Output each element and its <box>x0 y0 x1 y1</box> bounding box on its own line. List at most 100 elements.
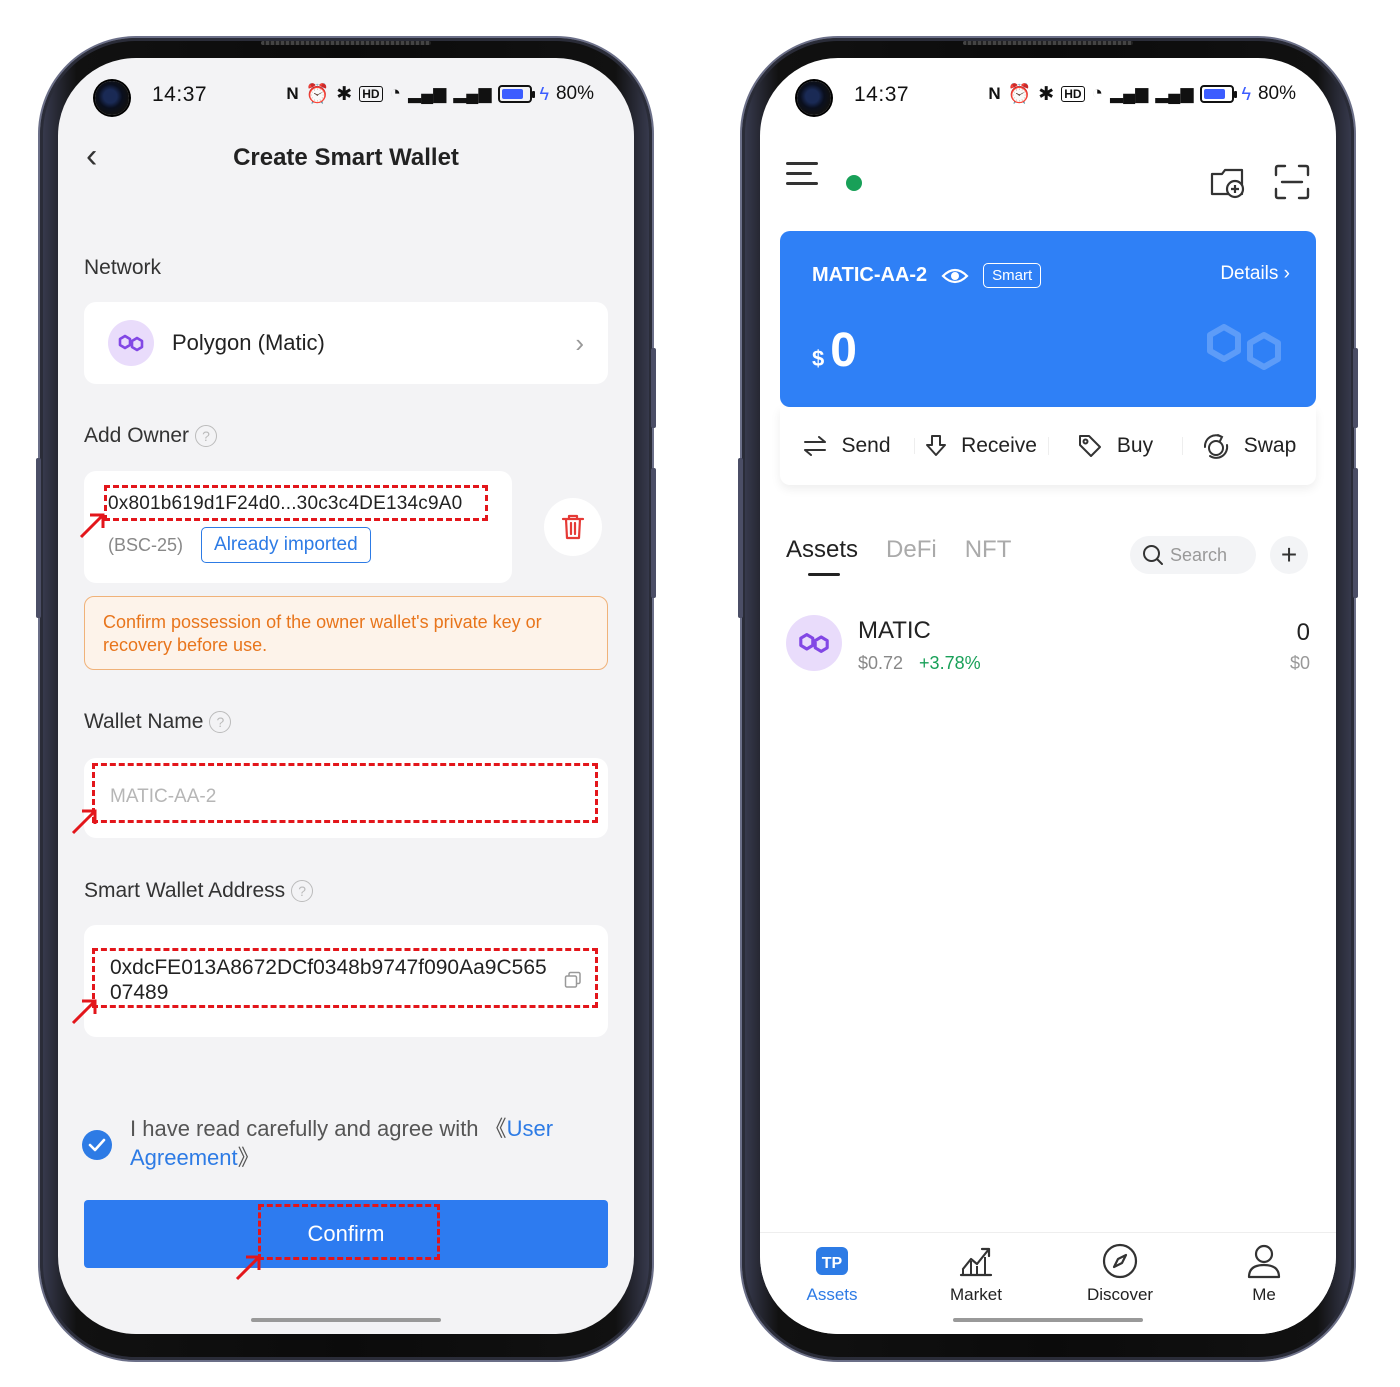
hd-icon: HD <box>359 86 383 102</box>
charging-icon: ϟ <box>1241 83 1251 104</box>
help-icon[interactable]: ? <box>209 711 232 733</box>
add-owner-label: Add Owner ? <box>84 424 218 448</box>
owner-meta: (BSC-25) Already imported <box>108 527 371 563</box>
battery-icon <box>1200 85 1238 103</box>
scan-icon[interactable] <box>1272 162 1312 202</box>
nfc-icon: Ν <box>988 84 1001 103</box>
home-indicator[interactable] <box>251 1318 441 1322</box>
bluetooth-icon: ✱ <box>1038 83 1055 105</box>
agree-checkbox[interactable] <box>82 1130 112 1160</box>
owner-wallet-tag: (BSC-25) <box>108 534 184 555</box>
swap-icon <box>1203 434 1228 459</box>
currency-symbol: $ <box>812 346 825 371</box>
tag-icon <box>1078 435 1101 457</box>
alarm-icon: ⏰ <box>305 84 330 105</box>
send-icon <box>804 436 827 456</box>
receive-button[interactable]: Receive <box>914 434 1048 458</box>
help-icon[interactable]: ? <box>195 425 218 447</box>
warning-notice: Confirm possession of the owner wallet's… <box>84 596 608 670</box>
delete-owner-button[interactable] <box>544 498 602 556</box>
asset-change: +3.78% <box>919 653 981 673</box>
agreement-prefix: I have read carefully and agree with 《 <box>130 1116 507 1141</box>
signal-icon-1: ▂▄▆ <box>408 84 447 103</box>
add-wallet-icon[interactable] <box>1208 162 1248 202</box>
send-button[interactable]: Send <box>780 434 914 458</box>
buy-button[interactable]: Buy <box>1048 433 1182 459</box>
front-camera <box>797 81 831 115</box>
home-indicator[interactable] <box>953 1318 1143 1322</box>
annotation-arrow-name <box>71 809 97 835</box>
compass-icon <box>1102 1243 1138 1279</box>
nav-market-label: Market <box>950 1285 1002 1304</box>
asset-price: $0.72 <box>858 653 904 673</box>
asset-balance: 0 <box>1296 619 1310 646</box>
agreement-row: I have read carefully and agree with 《Us… <box>82 1114 594 1172</box>
owner-address: 0x801b619d1F24d0...30c3c4DE134c9A0 <box>108 493 463 514</box>
status-icons: Ν ⏰ ✱ HD ◔ ▂▄▆ ▂▄▆ ϟ 80% <box>988 82 1296 106</box>
network-label-text: Network <box>84 256 162 279</box>
confirm-button[interactable]: Confirm <box>84 1200 608 1268</box>
receive-label: Receive <box>961 434 1037 457</box>
buy-label: Buy <box>1116 434 1154 457</box>
menu-icon[interactable] <box>786 162 818 192</box>
smart-address-card: 0xdcFE013A8672DCf0348b9747f090Aa9C565074… <box>84 925 608 1037</box>
power-button <box>651 348 656 428</box>
asset-search[interactable]: Search <box>1130 536 1256 574</box>
signal-icon-2: ▂▄▆ <box>1155 84 1194 103</box>
agreement-suffix: 》 <box>237 1145 260 1170</box>
tab-assets[interactable]: Assets <box>786 536 858 576</box>
plus-icon: + <box>1280 539 1298 570</box>
svg-text:TP: TP <box>822 1255 843 1272</box>
smart-wallet-address: 0xdcFE013A8672DCf0348b9747f090Aa9C565074… <box>110 956 547 1004</box>
owner-card: 0x801b619d1F24d0...30c3c4DE134c9A0 (BSC-… <box>84 471 512 583</box>
volume-button <box>651 468 656 598</box>
send-label: Send <box>841 434 891 457</box>
swap-label: Swap <box>1243 434 1297 457</box>
wallet-actions: Send Receive Buy Swap <box>780 407 1316 485</box>
side-key <box>738 458 743 618</box>
nav-discover-label: Discover <box>1086 1285 1154 1304</box>
phone-frame-wallet-home: 14:37 Ν ⏰ ✱ HD ◔ ▂▄▆ ▂▄▆ ϟ 80% MATIC-AA- <box>738 38 1358 1360</box>
eye-icon[interactable] <box>941 266 969 286</box>
asset-symbol: MATIC <box>858 617 931 644</box>
copy-icon[interactable] <box>564 971 582 989</box>
wallet-balance-card[interactable]: MATIC-AA-2 Smart Details › $ 0 <box>780 231 1316 407</box>
status-time: 14:37 <box>152 83 208 106</box>
polygon-icon <box>108 320 154 366</box>
earpiece <box>963 41 1133 45</box>
volume-button <box>1353 468 1358 598</box>
nav-me[interactable]: Me <box>1192 1233 1336 1334</box>
already-imported-badge: Already imported <box>201 527 371 563</box>
phone-frame-create-wallet: 14:37 Ν ⏰ ✱ HD ◔ ▂▄▆ ▂▄▆ ϟ 80% ‹ Create … <box>36 38 656 1360</box>
wallet-title-row: MATIC-AA-2 Smart <box>812 263 1042 288</box>
wallet-name-label: Wallet Name ? <box>84 710 232 734</box>
wifi-icon: ◔ <box>1091 83 1104 104</box>
asset-tabs: Assets DeFi NFT <box>786 536 1012 576</box>
help-icon[interactable]: ? <box>291 880 314 902</box>
signal-icon-1: ▂▄▆ <box>1110 84 1149 103</box>
nav-bar: ‹ Create Smart Wallet <box>58 130 634 190</box>
wallet-name-field[interactable]: MATIC-AA-2 <box>84 758 608 838</box>
wallet-name-placeholder: MATIC-AA-2 <box>110 786 217 807</box>
nav-assets[interactable]: TP Assets <box>760 1233 904 1334</box>
wallet-name-label-text: Wallet Name <box>84 710 204 733</box>
add-token-button[interactable]: + <box>1270 536 1308 574</box>
hd-icon: HD <box>1061 86 1085 102</box>
tab-defi[interactable]: DeFi <box>886 536 937 564</box>
network-selector[interactable]: Polygon (Matic) › <box>84 302 608 384</box>
tab-nft[interactable]: NFT <box>965 536 1012 564</box>
status-time: 14:37 <box>854 83 910 106</box>
search-icon <box>1143 545 1163 565</box>
battery-icon <box>498 85 536 103</box>
alarm-icon: ⏰ <box>1007 84 1032 105</box>
agreement-text: I have read carefully and agree with 《Us… <box>130 1114 594 1172</box>
swap-button[interactable]: Swap <box>1182 433 1316 459</box>
wallet-home-screen: 14:37 Ν ⏰ ✱ HD ◔ ▂▄▆ ▂▄▆ ϟ 80% MATIC-AA- <box>760 58 1336 1334</box>
user-icon <box>1247 1244 1281 1279</box>
asset-row[interactable]: MATIC $0.72 +3.78% 0 $0 <box>786 613 1310 683</box>
power-button <box>1353 348 1358 428</box>
status-bar: 14:37 Ν ⏰ ✱ HD ◔ ▂▄▆ ▂▄▆ ϟ 80% <box>58 58 634 130</box>
network-label: Network <box>84 256 161 280</box>
page-title: Create Smart Wallet <box>233 144 459 171</box>
details-link[interactable]: Details › <box>1220 263 1290 285</box>
